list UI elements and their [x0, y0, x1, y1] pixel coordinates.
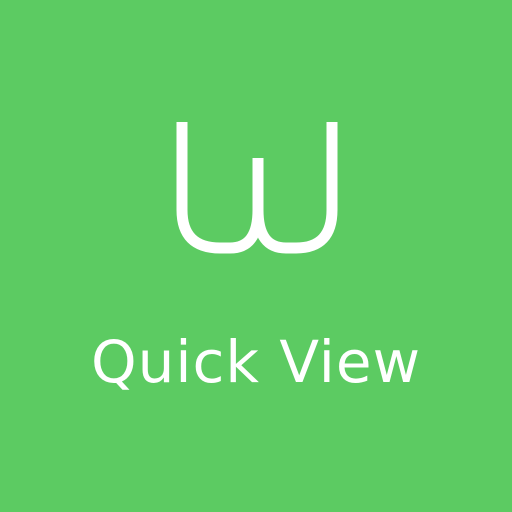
- app-icon: Quick View: [0, 0, 512, 512]
- w-letter-icon: [172, 118, 342, 258]
- app-name: Quick View: [90, 328, 422, 396]
